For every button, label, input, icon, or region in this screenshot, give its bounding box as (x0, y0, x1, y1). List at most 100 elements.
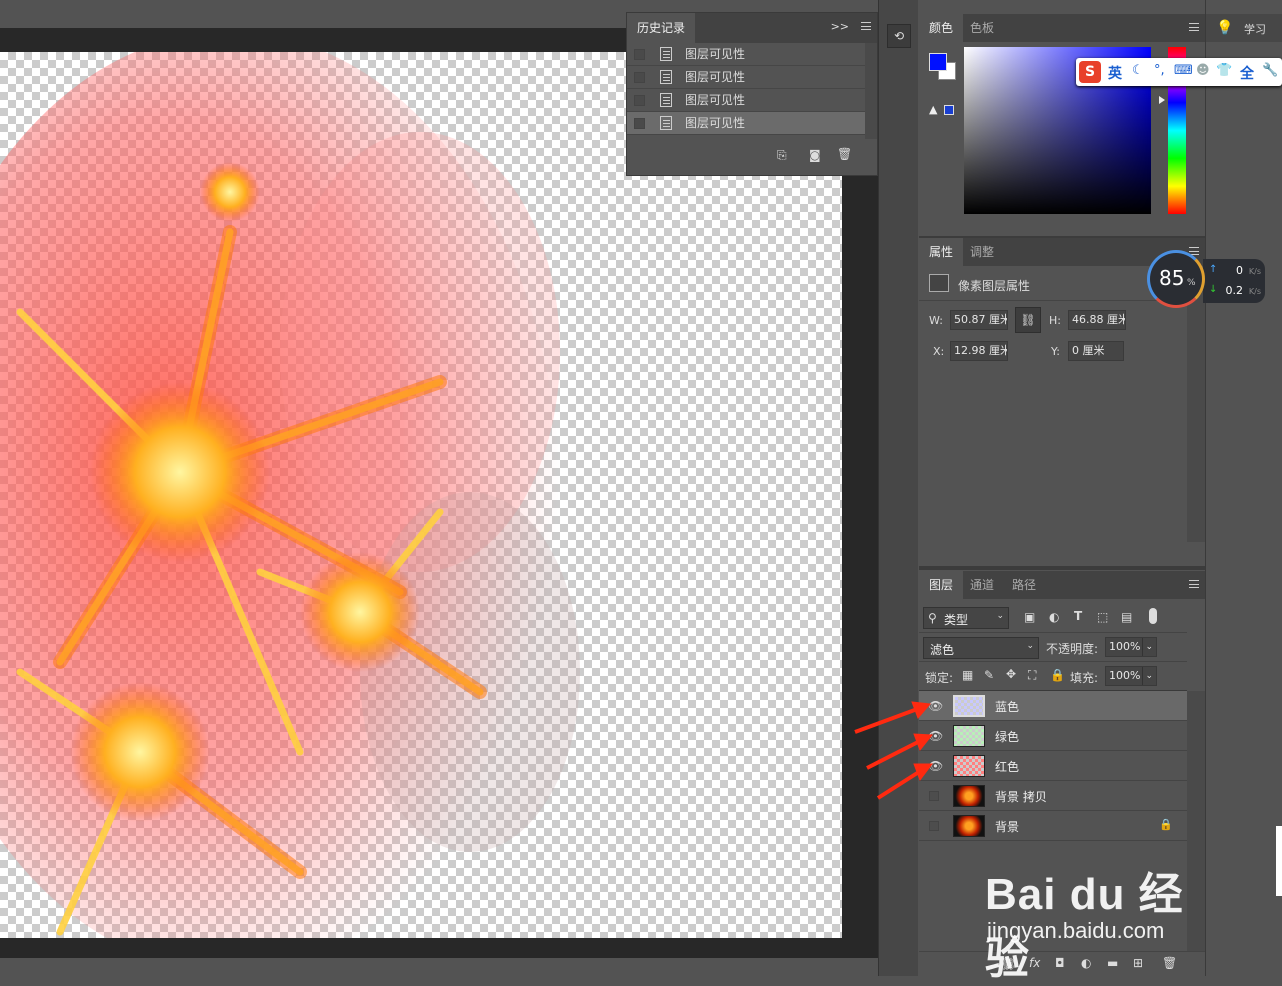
usage-gauge: 85 % (1147, 250, 1205, 308)
tab-adjustments[interactable]: 调整 (960, 238, 1004, 266)
foreground-color-swatch[interactable] (929, 53, 947, 71)
lock-label: 锁定: (925, 671, 954, 685)
type-filter-icon[interactable]: T (1074, 609, 1082, 623)
document-icon (660, 93, 672, 107)
layer-name: 背景 (995, 820, 1020, 834)
history-panel: 历史记录 >> 图层可见性 图层可见性 图层可见性 图层可见性 ⎘ ◙ 🗑 (626, 12, 878, 176)
learn-button[interactable]: 💡 学习 (1206, 14, 1282, 42)
layer-row-background[interactable]: 背景 🔒 (919, 811, 1187, 841)
fullwidth-toggle[interactable]: 全 (1240, 63, 1254, 83)
tab-properties[interactable]: 属性 (919, 238, 964, 266)
chevron-down-icon: ⌄ (1026, 641, 1034, 651)
tab-history[interactable]: 历史记录 (627, 13, 696, 43)
tab-layers[interactable]: 图层 (919, 571, 964, 599)
right-panels: 颜色 色板 ▲ 属性 调整 像素图层属性 W: 50.87 厘米 ⛓ H: 46… (919, 0, 1205, 976)
properties-scrollbar[interactable] (1187, 270, 1205, 542)
panel-menu-icon[interactable] (1189, 23, 1199, 31)
tab-channels[interactable]: 通道 (960, 571, 1004, 599)
visibility-toggle[interactable] (929, 821, 939, 831)
upload-speed: 0 (1236, 264, 1243, 277)
properties-header: 像素图层属性 (958, 279, 1031, 293)
blend-mode-select[interactable]: 滤色 ⌄ (923, 637, 1039, 659)
layer-thumbnail (953, 695, 985, 717)
hue-slider-handle[interactable] (1159, 96, 1165, 104)
history-dock-icon[interactable]: ⟲ (887, 24, 911, 48)
lock-brush-icon[interactable]: ✎ (984, 668, 994, 682)
lock-icon: 🔒 (1159, 818, 1173, 831)
camera-icon[interactable]: ◙ (809, 148, 821, 162)
layer-name: 蓝色 (995, 700, 1020, 714)
annotation-arrows (854, 701, 933, 800)
adjustment-filter-icon[interactable]: ◐ (1049, 610, 1059, 624)
history-item[interactable]: 图层可见性 (627, 66, 865, 89)
chevron-down-icon: ⌄ (1142, 667, 1153, 685)
divider (919, 632, 1187, 633)
history-item-selected[interactable]: 图层可见性 (627, 112, 865, 135)
fill-field[interactable]: 100% ⌄ (1105, 666, 1157, 686)
layer-row-blue[interactable]: 👁 蓝色 (919, 691, 1187, 721)
ime-toolbar[interactable]: S 英 ☾ °, ⌨ ☻ 👕 全 🔧 (1076, 58, 1282, 86)
user-icon[interactable]: ☻ (1196, 63, 1210, 78)
layer-name: 背景 拷贝 (995, 790, 1047, 804)
tab-swatches[interactable]: 色板 (960, 14, 1004, 42)
network-monitor-widget[interactable]: ↑ 0 K/s ↓ 0.2 K/s 85 % (1147, 250, 1265, 308)
lock-move-icon[interactable]: ✥ (1006, 667, 1016, 681)
layer-row-background-copy[interactable]: 背景 拷贝 (919, 781, 1187, 811)
filter-toggle[interactable] (1149, 608, 1157, 624)
lock-all-icon[interactable]: 🔒 (1050, 668, 1065, 682)
layer-name: 绿色 (995, 730, 1020, 744)
height-field[interactable]: 46.88 厘米 (1068, 310, 1126, 330)
ime-mode[interactable]: 英 (1108, 63, 1122, 83)
fire-flower-artwork (0, 52, 580, 938)
wrench-icon[interactable]: 🔧 (1262, 63, 1278, 78)
web-safe-swatch[interactable] (944, 105, 954, 115)
side-tab[interactable] (1276, 826, 1282, 896)
opacity-field[interactable]: 100% ⌄ (1105, 637, 1157, 657)
download-speed: 0.2 (1225, 284, 1244, 297)
lock-transparent-icon[interactable]: ▦ (962, 668, 973, 682)
usage-percent: 85 (1159, 266, 1185, 290)
upload-unit: K/s (1248, 267, 1261, 276)
layer-row-red[interactable]: 👁 红色 (919, 751, 1187, 781)
history-scrollbar[interactable] (865, 43, 877, 139)
punctuation-icon[interactable]: °, (1154, 63, 1165, 78)
new-document-from-state-icon[interactable]: ⎘ (777, 148, 787, 163)
lock-artboard-icon[interactable]: ⛶ (1028, 668, 1036, 683)
trash-icon[interactable]: 🗑 (837, 147, 852, 161)
keyboard-icon[interactable]: ⌨ (1174, 63, 1193, 78)
fill-label: 填充: (1070, 671, 1099, 685)
layer-thumbnail (953, 725, 985, 747)
width-field[interactable]: 50.87 厘米 (950, 310, 1008, 330)
opacity-label: 不透明度: (1046, 642, 1099, 656)
moon-icon[interactable]: ☾ (1132, 63, 1144, 78)
sogou-logo: S (1079, 61, 1101, 83)
smart-object-filter-icon[interactable]: ▤ (1121, 610, 1132, 624)
skin-icon[interactable]: 👕 (1216, 63, 1232, 78)
layer-name: 红色 (995, 760, 1020, 774)
panel-menu-icon[interactable] (1189, 580, 1199, 588)
layer-row-green[interactable]: 👁 绿色 (919, 721, 1187, 751)
gamut-warning-icon[interactable]: ▲ (929, 103, 937, 116)
chevron-down-icon: ⌄ (1142, 638, 1153, 656)
panel-menu-icon[interactable] (861, 22, 871, 30)
history-item[interactable]: 图层可见性 (627, 43, 865, 66)
y-field[interactable]: 0 厘米 (1068, 341, 1124, 361)
link-icon[interactable]: ⛓ (1015, 307, 1041, 333)
x-label: X: (933, 345, 945, 358)
shape-filter-icon[interactable]: ⬚ (1097, 610, 1108, 624)
pixel-filter-icon[interactable]: ▣ (1024, 610, 1035, 624)
layer-thumbnail (953, 815, 985, 837)
lightbulb-icon: 💡 (1216, 20, 1234, 36)
collapse-icon[interactable]: >> (831, 20, 849, 33)
tab-paths[interactable]: 路径 (1002, 571, 1046, 599)
history-list: 图层可见性 图层可见性 图层可见性 图层可见性 (627, 43, 865, 135)
tab-color[interactable]: 颜色 (919, 14, 964, 42)
x-field[interactable]: 12.98 厘米 (950, 341, 1008, 361)
upload-arrow-icon: ↑ (1209, 264, 1218, 275)
history-item[interactable]: 图层可见性 (627, 89, 865, 112)
h-label: H: (1049, 314, 1061, 327)
chevron-down-icon: ⌄ (996, 611, 1004, 621)
speed-box: ↑ 0 K/s ↓ 0.2 K/s (1203, 259, 1265, 303)
layer-filter-select[interactable]: ⚲ 类型 ⌄ (923, 607, 1009, 629)
document-canvas[interactable] (0, 52, 842, 938)
